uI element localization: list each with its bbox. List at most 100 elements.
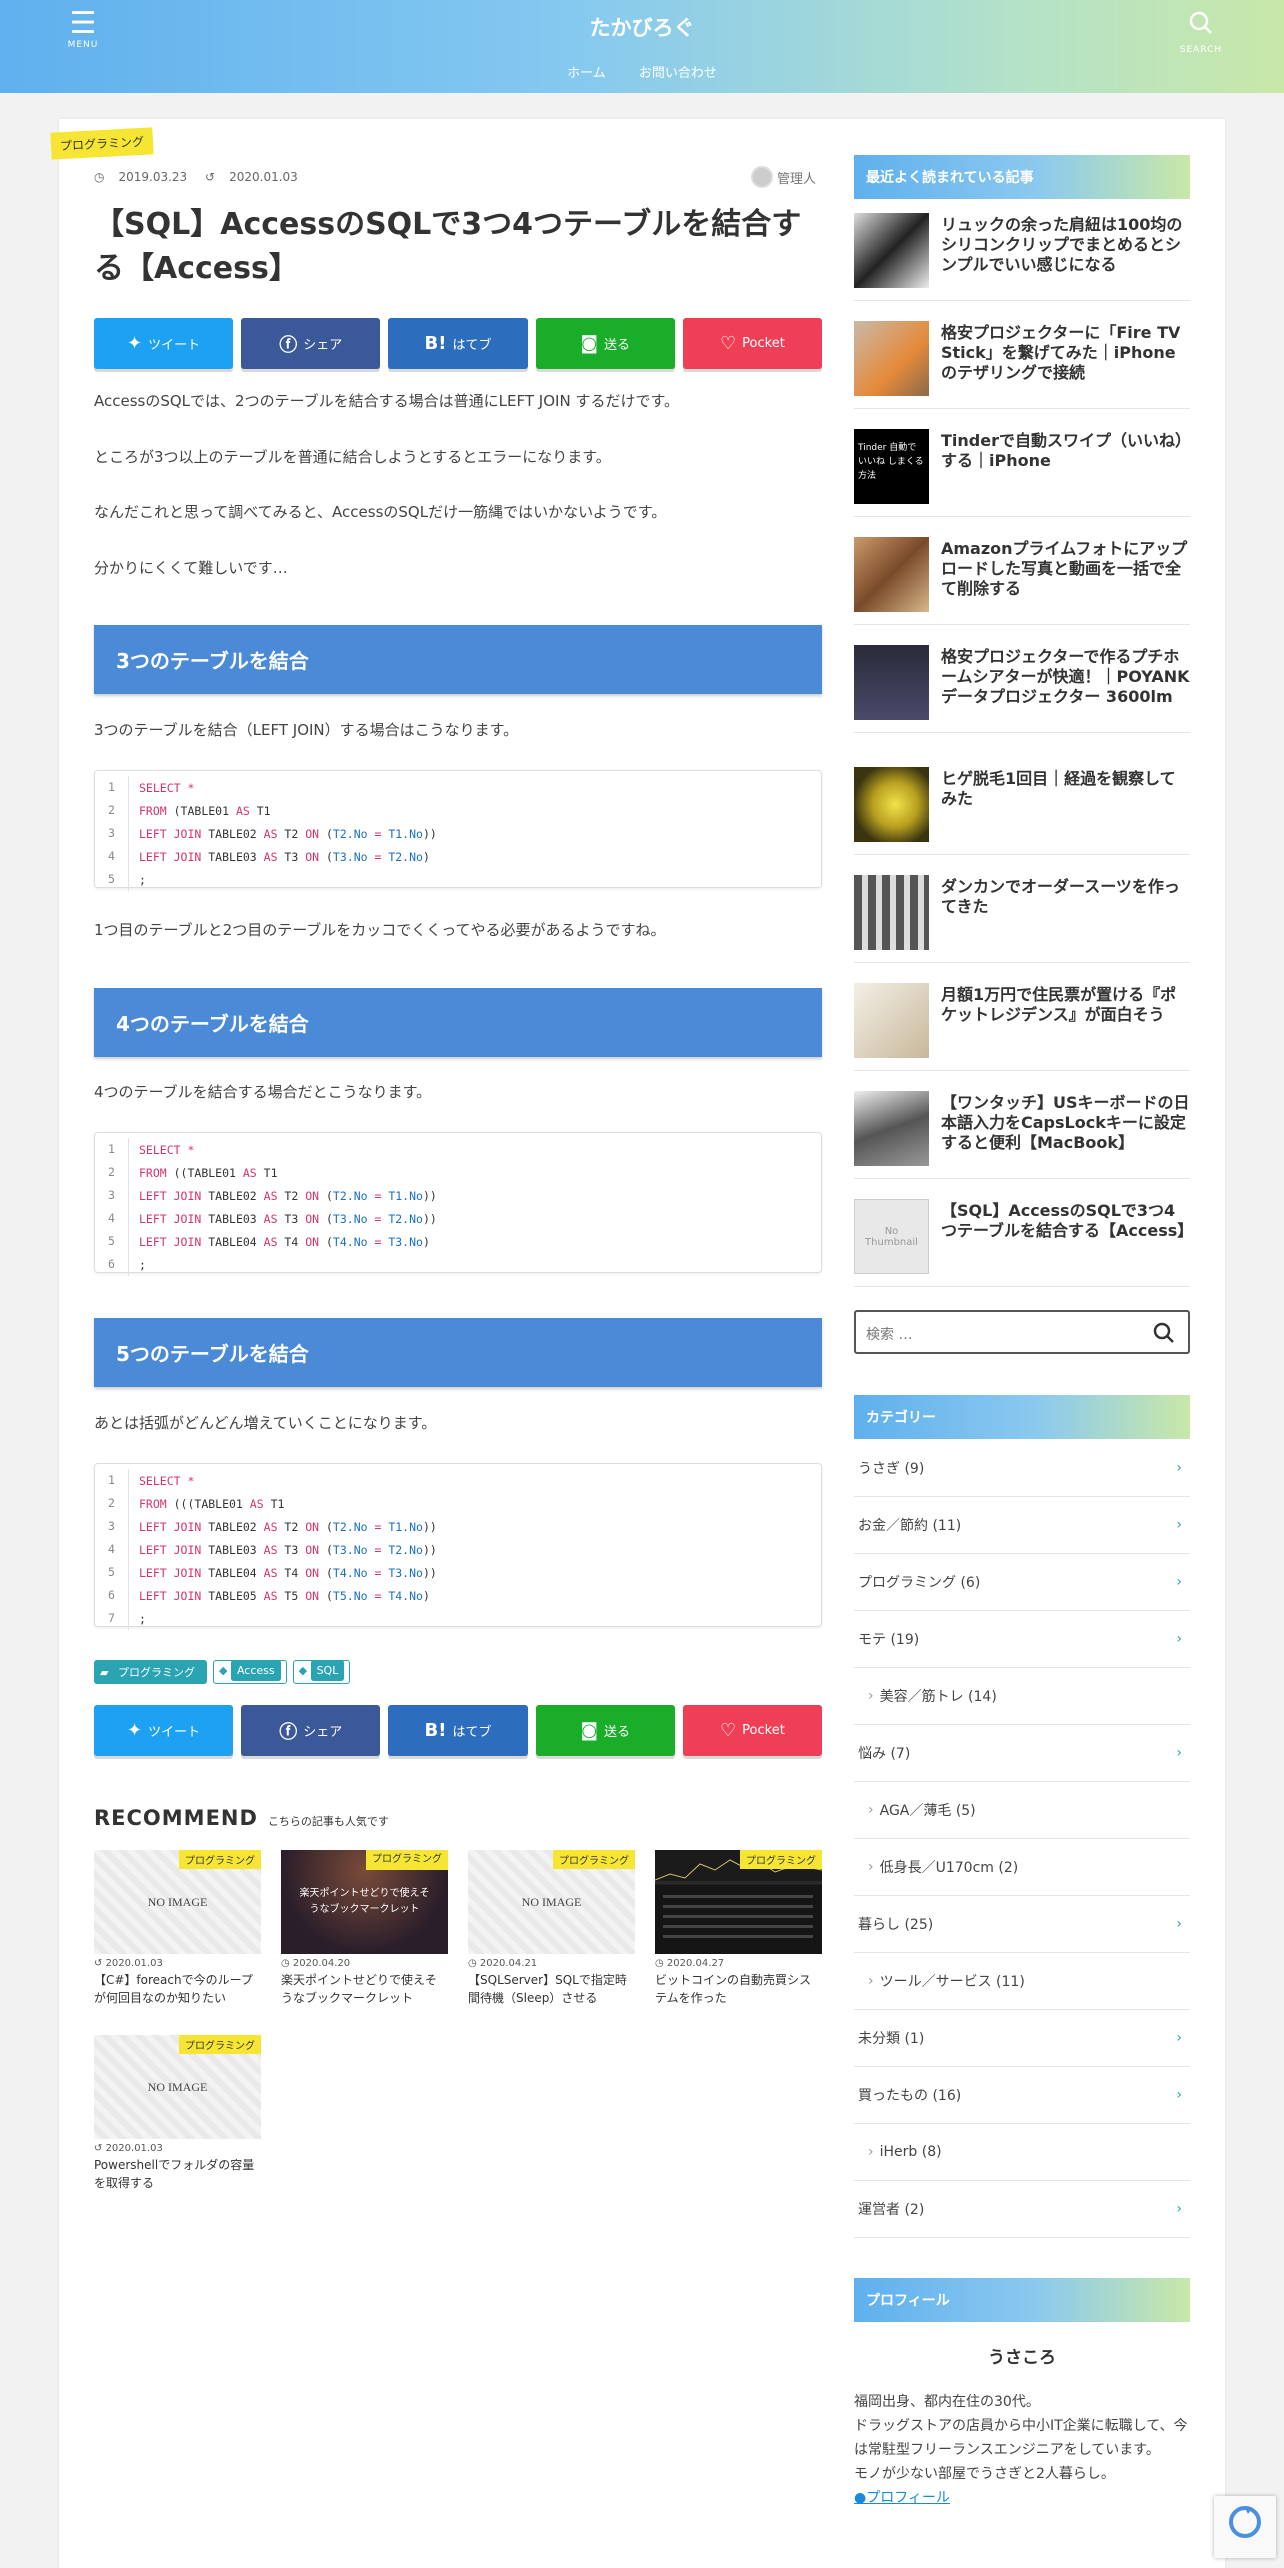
popular-item[interactable]: 【ワンタッチ】USキーボードの日本語入力をCapsLockキーに設定すると便利【…: [854, 1091, 1190, 1179]
category-item[interactable]: プログラミング (6) ›: [854, 1554, 1190, 1611]
author-name: 管理人: [777, 171, 817, 187]
clock-icon: ◷: [94, 170, 105, 184]
thumb-text: Tinder 自動でいいね しまくる方法: [858, 443, 924, 481]
code-block-4-tables[interactable]: 1 SELECT * 2 FROM ((TABLE01 AS T1 3 LEFT JO…: [94, 1132, 822, 1276]
popular-item[interactable]: ヒゲ脱毛1回目｜経過を観察してみた: [854, 767, 1190, 855]
popular-title: 格安プロジェクターに「Fire TV Stick」を繋げてみた｜iPhoneのテ…: [941, 323, 1181, 382]
popular-item[interactable]: リュックの余った肩紐は100均のシリコンクリップでまとめるとシンプルでいい感じに…: [854, 213, 1190, 301]
category-item[interactable]: 暮らし (25) ›: [854, 1896, 1190, 1953]
popular-item[interactable]: 格安プロジェクターに「Fire TV Stick」を繋げてみた｜iPhoneのテ…: [854, 321, 1190, 409]
recommend-card[interactable]: NO IMAGE プログラミング ↺ 2020.01.03 Powershellで…: [94, 2035, 261, 2192]
category-item[interactable]: 運営者 (2) ›: [854, 2181, 1190, 2238]
category-label: 買ったもの (16): [858, 2088, 962, 2104]
recommend-card[interactable]: プログラミング ◷ 2020.04.27 ビットコインの自動売買システムを作った: [655, 1850, 822, 2007]
facebook-icon: ⓕ: [279, 1721, 298, 1743]
intro-paragraph-1: AccessのSQLでは、2つのテーブルを結合する場合は普通にLEFT JOIN…: [94, 392, 679, 410]
update-icon: ↺: [205, 170, 216, 184]
pocket-button-bottom[interactable]: ♡ Pocket: [682, 1705, 823, 1756]
popular-title: ヒゲ脱毛1回目｜経過を観察してみた: [941, 769, 1176, 808]
category-label[interactable]: プログラミング: [50, 127, 154, 160]
update-icon: ◷: [281, 1958, 293, 1969]
pocket-label: Pocket: [742, 336, 785, 351]
share-buttons-top: ✦ ツイート ⓕ シェア B! はてブ ◙ 送る ♡ Pocket: [94, 318, 823, 369]
thumb-text: 楽天ポイントせどりで使えそうなブックマークレット: [299, 1888, 430, 1915]
tag-access[interactable]: ◆ Access: [212, 1660, 287, 1684]
popular-item[interactable]: 月額1万円で住民票が置ける『ポケットレジデンス』が面白そう: [854, 983, 1190, 1071]
recommend-card[interactable]: NO IMAGE プログラミング ◷ 2020.04.21 【SQLServer】…: [468, 1850, 635, 2007]
popular-item[interactable]: ダンカンでオーダースーツを作ってきた: [854, 875, 1190, 963]
subcategory-item[interactable]: iHerb (8): [854, 2124, 1190, 2181]
category-item[interactable]: 買ったもの (16) ›: [854, 2067, 1190, 2124]
popular-title: Tinderで自動スワイプ（いいね）する｜iPhone: [941, 431, 1183, 470]
category-item[interactable]: お金／節約 (11) ›: [854, 1497, 1190, 1554]
published-date: 2019.03.23: [118, 170, 188, 184]
post-tags: ▰ プログラミング ◆ Access ◆ SQL: [94, 1660, 351, 1684]
popular-item[interactable]: Amazonプライムフォトにアップロードした写真と動画を一括で全て削除する: [854, 537, 1190, 625]
category-item[interactable]: 悩み (7) ›: [854, 1725, 1190, 1782]
hatebu-label: はてブ: [452, 1725, 492, 1740]
code-block-3-tables[interactable]: 1 SELECT * 2 FROM (TABLE01 AS T1 3 LEFT JOI…: [94, 770, 822, 891]
category-item[interactable]: 未分類 (1) ›: [854, 2010, 1190, 2067]
profile-link[interactable]: ●プロフィール: [854, 2486, 1190, 2510]
tag-sql[interactable]: ◆ SQL: [292, 1660, 351, 1684]
search-icon[interactable]: [1152, 1320, 1176, 1352]
subcategory-item[interactable]: 低身長／U170cm (2): [854, 1839, 1190, 1896]
post-title: 【SQL】AccessのSQLで3つ4つテーブルを結合する【Access】: [94, 207, 802, 286]
recaptcha-badge[interactable]: [1214, 2496, 1276, 2558]
no-thumbnail-label: No Thumbnail: [865, 1225, 918, 1248]
pocket-icon: ♡: [720, 1720, 737, 1741]
share-buttons-bottom: ✦ ツイート ⓕ シェア B! はてブ ◙ 送る ♡ Pocket: [94, 1705, 823, 1756]
sidebar-search[interactable]: 検索 …: [854, 1310, 1190, 1354]
category-item[interactable]: モテ (19) ›: [854, 1611, 1190, 1668]
card-date: 2020.04.20: [292, 1958, 351, 1969]
category-label: お金／節約 (11): [858, 1518, 962, 1534]
thumbnail-image: 楽天ポイントせどりで使えそうなブックマークレット プログラミング: [281, 1850, 448, 1954]
profile-text: 福岡出身、都内在住の30代。 ドラッグストアの店員から中小IT企業に転職して、今…: [854, 2390, 1190, 2510]
hatebu-button-bottom[interactable]: B! はてブ: [388, 1705, 528, 1756]
category-label: iHerb (8): [879, 2144, 942, 2160]
popular-thumb: [854, 875, 929, 950]
subcategory-item[interactable]: AGA／薄毛 (5): [854, 1782, 1190, 1839]
search-input[interactable]: 検索 …: [866, 1324, 912, 1344]
avatar: [751, 166, 773, 188]
no-image-thumbnail: NO IMAGE プログラミング: [94, 2035, 261, 2139]
nav-contact[interactable]: お問い合わせ: [639, 66, 717, 81]
tag-access-label: Access: [230, 1660, 281, 1681]
pocket-button[interactable]: ♡ Pocket: [682, 318, 823, 369]
hatebu-button[interactable]: B! はてブ: [388, 318, 528, 369]
card-category: プログラミング: [366, 1850, 448, 1870]
popular-item[interactable]: 格安プロジェクターで作るプチホームシアターが快適！｜POYANK データプロジェ…: [854, 645, 1190, 733]
code-block-5-tables[interactable]: 1 SELECT * 2 FROM (((TABLE01 AS T1 3 LEFT J…: [94, 1463, 822, 1630]
search-button[interactable]: SEARCH: [1171, 8, 1231, 55]
popular-title: ダンカンでオーダースーツを作ってきた: [941, 877, 1180, 916]
recommend-card[interactable]: NO IMAGE プログラミング ↺ 2020.01.03 【C#】foreach…: [94, 1850, 261, 2007]
card-date: 2020.01.03: [105, 2143, 163, 2154]
category-label: 低身長／U170cm (2): [879, 1860, 1019, 1876]
section1-after: 1つ目のテーブルと2つ目のテーブルをカッコでくくってやる必要があるようですね。: [94, 921, 666, 939]
facebook-share-button[interactable]: ⓕ シェア: [241, 318, 381, 369]
facebook-label: シェア: [303, 338, 343, 353]
recommend-card[interactable]: 楽天ポイントせどりで使えそうなブックマークレット プログラミング ◷ 2020.0…: [281, 1850, 448, 2007]
updated-date: 2020.01.03: [229, 170, 298, 184]
subcategory-item[interactable]: ツール／サービス (11): [854, 1953, 1190, 2010]
profile-line: ドラッグストアの店員から中小IT企業に転職して、今は常駐型フリーランスエンジニア…: [854, 2418, 1188, 2458]
category-label: 運営者 (2): [858, 2202, 925, 2218]
tag-category[interactable]: ▰ プログラミング: [94, 1660, 207, 1684]
card-category: プログラミング: [740, 1850, 822, 1869]
nav-home[interactable]: ホーム: [567, 66, 606, 81]
category-item[interactable]: うさぎ (9) ›: [854, 1440, 1190, 1497]
line-label: 送る: [603, 1725, 630, 1740]
line-button[interactable]: ◙ 送る: [535, 318, 675, 369]
tweet-button-bottom[interactable]: ✦ ツイート: [94, 1705, 234, 1756]
tweet-button[interactable]: ✦ ツイート: [94, 318, 234, 369]
popular-title: 【SQL】AccessのSQLで3つ4つテーブルを結合する【Access】: [941, 1201, 1194, 1240]
facebook-share-button-bottom[interactable]: ⓕ シェア: [241, 1705, 381, 1756]
popular-item[interactable]: Tinder 自動でいいね しまくる方法 Tinderで自動スワイプ（いいね）する…: [854, 429, 1190, 517]
popular-thumb: [854, 537, 929, 612]
category-label: モテ (19): [858, 1632, 920, 1648]
chevron-right-icon: ›: [1176, 2030, 1182, 2046]
subcategory-item[interactable]: 美容／筋トレ (14): [854, 1668, 1190, 1725]
site-title[interactable]: たかびろぐ: [0, 12, 1284, 42]
line-button-bottom[interactable]: ◙ 送る: [535, 1705, 675, 1756]
popular-item[interactable]: No Thumbnail 【SQL】AccessのSQLで3つ4つテーブルを結合す…: [854, 1199, 1194, 1287]
